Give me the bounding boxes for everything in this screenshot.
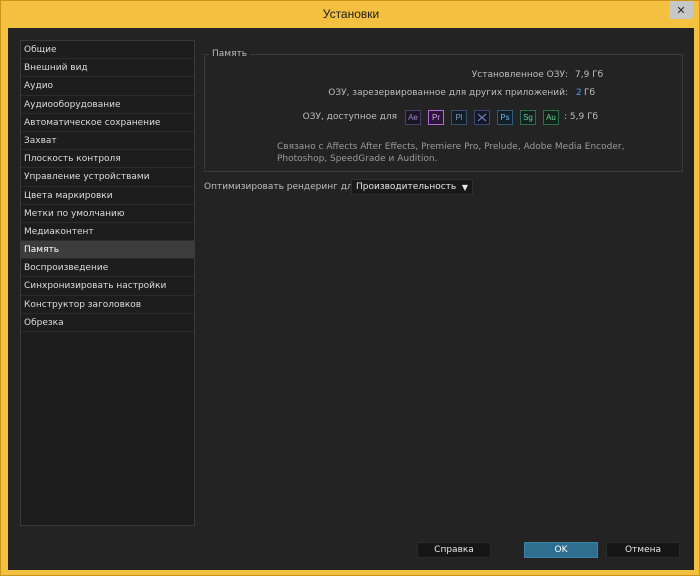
render-optimize-select[interactable]: Производительность ▼ bbox=[351, 179, 473, 195]
media-encoder-icon bbox=[474, 110, 490, 125]
sidebar-item-sync-settings[interactable]: Синхронизировать настройки bbox=[21, 277, 194, 296]
dialog-window: Установки ✕ Общие Внешний вид Аудио Ауди… bbox=[0, 0, 700, 576]
sidebar-item-audio-hardware[interactable]: Аудиооборудование bbox=[21, 96, 194, 114]
reserved-ram-label: ОЗУ, зарезервированное для других прилож… bbox=[328, 88, 568, 98]
sidebar-item-control-surface[interactable]: Плоскость контроля bbox=[21, 150, 194, 169]
sidebar-item-memory[interactable]: Память bbox=[21, 241, 194, 260]
sidebar-item-general[interactable]: Общие bbox=[21, 41, 194, 60]
sidebar-item-device-control[interactable]: Управление устройствами bbox=[21, 168, 194, 187]
memory-group-title: Память bbox=[209, 49, 251, 59]
sidebar-item-appearance[interactable]: Внешний вид bbox=[21, 59, 194, 78]
sidebar-item-label-colors[interactable]: Цвета маркировки bbox=[21, 187, 194, 205]
sidebar-item-media[interactable]: Медиаконтент bbox=[21, 223, 194, 242]
cancel-button[interactable]: Отмена bbox=[606, 542, 680, 558]
photoshop-icon: Ps bbox=[497, 110, 513, 125]
help-button[interactable]: Справка bbox=[417, 542, 491, 558]
sidebar-item-auto-save[interactable]: Автоматическое сохранение bbox=[21, 114, 194, 132]
sidebar-item-titler[interactable]: Конструктор заголовков bbox=[21, 296, 194, 314]
available-ram-value: : 5,9 Гб bbox=[564, 112, 599, 122]
close-icon: ✕ bbox=[676, 3, 686, 17]
render-optimize-label: Оптимизировать рендеринг для: bbox=[204, 182, 362, 192]
ok-button[interactable]: OK bbox=[524, 542, 598, 558]
reserved-ram-unit: Гб bbox=[584, 88, 596, 98]
prelude-icon: Pl bbox=[451, 110, 467, 125]
premiere-pro-icon: Pr bbox=[428, 110, 444, 125]
after-effects-icon: Ae bbox=[405, 110, 421, 125]
sidebar-item-audio[interactable]: Аудио bbox=[21, 77, 194, 96]
chevron-down-icon: ▼ bbox=[461, 183, 468, 192]
render-optimize-value: Производительность bbox=[356, 182, 457, 192]
preferences-category-list: Общие Внешний вид Аудио Аудиооборудовани… bbox=[20, 40, 195, 526]
title-bar[interactable]: Установки ✕ bbox=[1, 1, 700, 28]
dialog-body: Общие Внешний вид Аудио Аудиооборудовани… bbox=[8, 28, 694, 570]
reserved-ram-value[interactable]: 2 bbox=[576, 88, 582, 98]
installed-ram-value: 7,9 Гб bbox=[575, 70, 604, 80]
sidebar-item-capture[interactable]: Захват bbox=[21, 132, 194, 151]
sidebar-item-label-defaults[interactable]: Метки по умолчанию bbox=[21, 205, 194, 223]
sidebar-item-playback[interactable]: Воспроизведение bbox=[21, 259, 194, 278]
installed-ram-label: Установленное ОЗУ: bbox=[471, 70, 568, 80]
speedgrade-icon: Sg bbox=[520, 110, 536, 125]
audition-icon: Au bbox=[543, 110, 559, 125]
window-title: Установки bbox=[322, 7, 380, 21]
close-button[interactable]: ✕ bbox=[669, 1, 693, 19]
linked-apps-note: Связано с Affects After Effects, Premier… bbox=[277, 142, 625, 164]
sidebar-item-trim[interactable]: Обрезка bbox=[21, 314, 194, 332]
available-ram-label: ОЗУ, доступное для bbox=[302, 112, 397, 122]
